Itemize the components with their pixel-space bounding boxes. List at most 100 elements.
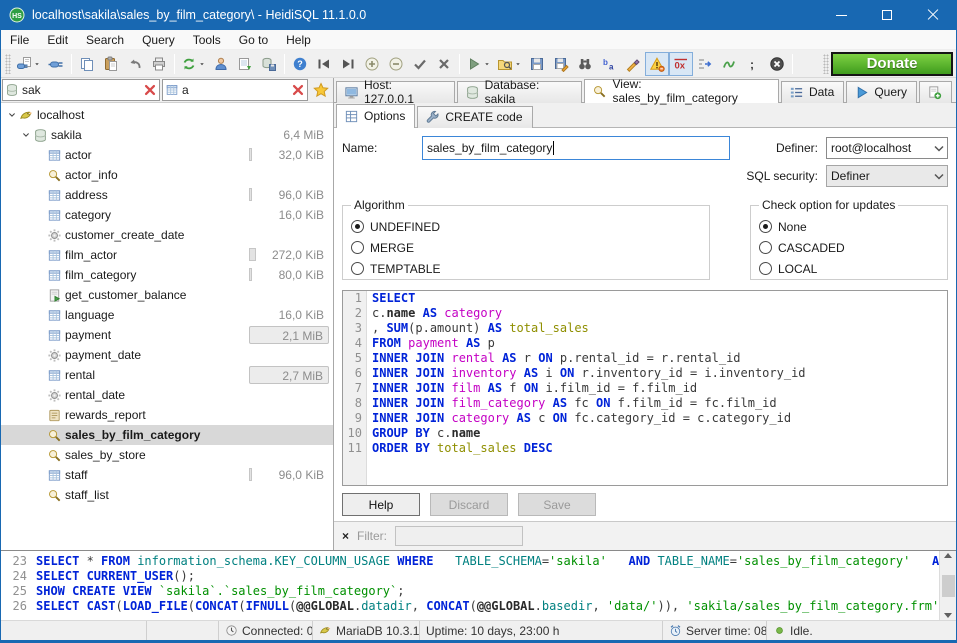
sql-security-dropdown[interactable]: Definer bbox=[826, 165, 948, 187]
tab-new-query[interactable] bbox=[919, 81, 952, 103]
tree-row-address[interactable]: address96,0 KiB bbox=[1, 185, 333, 205]
insert-record-button[interactable] bbox=[360, 52, 384, 76]
view-name-input[interactable]: sales_by_film_category bbox=[422, 136, 730, 160]
tree-row-rental[interactable]: rental2,7 MiB bbox=[1, 365, 333, 385]
radio-icon[interactable] bbox=[351, 220, 364, 233]
close-button[interactable] bbox=[910, 0, 956, 30]
help-button[interactable]: Help bbox=[342, 493, 420, 516]
load-sql-file-button[interactable] bbox=[494, 52, 525, 76]
tree-row-rental-date[interactable]: rental_date bbox=[1, 385, 333, 405]
refresh-button[interactable] bbox=[178, 52, 209, 76]
user-manager-button[interactable] bbox=[209, 52, 233, 76]
tree-row-customer-create-date[interactable]: customer_create_date bbox=[1, 225, 333, 245]
sql-log-panel[interactable]: 23SELECT * FROM information_schema.KEY_C… bbox=[1, 550, 956, 620]
tab-database[interactable]: Database: sakila bbox=[457, 81, 583, 103]
donate-button[interactable]: Donate bbox=[831, 52, 953, 76]
radio-icon[interactable] bbox=[351, 241, 364, 254]
bind-parameters-button[interactable] bbox=[717, 52, 741, 76]
print-button[interactable] bbox=[147, 52, 171, 76]
tree-row-sakila[interactable]: sakila6,4 MiB bbox=[1, 125, 333, 145]
scroll-up-icon[interactable] bbox=[944, 553, 952, 558]
save-sql-button[interactable] bbox=[525, 52, 549, 76]
export-database-button[interactable] bbox=[233, 52, 257, 76]
tree-row-payment[interactable]: payment2,1 MiB bbox=[1, 325, 333, 345]
tab-view[interactable]: View: sales_by_film_category bbox=[584, 79, 778, 103]
scroll-down-icon[interactable] bbox=[944, 613, 952, 618]
scrollbar-thumb[interactable] bbox=[942, 575, 955, 597]
tree-row-localhost[interactable]: localhost bbox=[1, 105, 333, 125]
menu-item-query[interactable]: Query bbox=[133, 31, 184, 49]
toolbar-grip[interactable] bbox=[5, 54, 11, 74]
view-sql-editor[interactable]: 1SELECT2c.name AS category3, SUM(p.amoun… bbox=[342, 290, 948, 486]
tree-row-rewards-report[interactable]: rewards_report bbox=[1, 405, 333, 425]
dropdown-caret-icon[interactable] bbox=[33, 60, 41, 68]
save-sql-as-button[interactable] bbox=[549, 52, 573, 76]
radio-local[interactable]: LOCAL bbox=[759, 258, 939, 279]
tab-host[interactable]: Host: 127.0.0.1 bbox=[336, 81, 455, 103]
tree-row-sales-by-film-category[interactable]: sales_by_film_category bbox=[1, 425, 333, 445]
stop-on-errors-button[interactable] bbox=[645, 52, 669, 76]
radio-temptable[interactable]: TEMPTABLE bbox=[351, 258, 701, 279]
view-binary-as-hex-button[interactable]: 0x bbox=[669, 52, 693, 76]
radio-none[interactable]: None bbox=[759, 216, 939, 237]
tree-row-language[interactable]: language16,0 KiB bbox=[1, 305, 333, 325]
replace-text-button[interactable]: ba bbox=[597, 52, 621, 76]
find-text-button[interactable] bbox=[573, 52, 597, 76]
table-filter-input[interactable]: a bbox=[162, 79, 308, 101]
subtab-create-code[interactable]: CREATE code bbox=[417, 106, 532, 128]
execute-sql-button[interactable] bbox=[463, 52, 494, 76]
post-changes-button[interactable] bbox=[408, 52, 432, 76]
session-manager-button[interactable] bbox=[13, 52, 44, 76]
tree-row-actor-info[interactable]: actor_info bbox=[1, 165, 333, 185]
radio-undefined[interactable]: UNDEFINED bbox=[351, 216, 701, 237]
menu-item-help[interactable]: Help bbox=[277, 31, 320, 49]
database-filter-input[interactable]: sak bbox=[2, 79, 160, 101]
definer-combobox[interactable]: root@localhost bbox=[826, 137, 948, 159]
tab-data[interactable]: Data bbox=[781, 81, 844, 103]
cancel-editing-button[interactable] bbox=[432, 52, 456, 76]
clear-database-filter-icon[interactable] bbox=[143, 83, 157, 97]
tree-row-film-category[interactable]: film_category80,0 KiB bbox=[1, 265, 333, 285]
dropdown-caret-icon[interactable] bbox=[514, 60, 522, 68]
dropdown-caret-icon[interactable] bbox=[483, 60, 491, 68]
undo-button[interactable] bbox=[123, 52, 147, 76]
log-scrollbar[interactable] bbox=[939, 551, 956, 620]
radio-cascaded[interactable]: CASCADED bbox=[759, 237, 939, 258]
go-first-button[interactable] bbox=[312, 52, 336, 76]
menu-item-file[interactable]: File bbox=[1, 31, 38, 49]
help-button[interactable]: ? bbox=[288, 52, 312, 76]
tree-row-get-customer-balance[interactable]: get_customer_balance bbox=[1, 285, 333, 305]
tree-row-category[interactable]: category16,0 KiB bbox=[1, 205, 333, 225]
minimize-button[interactable] bbox=[818, 0, 864, 30]
menu-item-edit[interactable]: Edit bbox=[38, 31, 77, 49]
indent-button[interactable] bbox=[693, 52, 717, 76]
tree-row-actor[interactable]: actor32,0 KiB bbox=[1, 145, 333, 165]
save-data-button[interactable] bbox=[257, 52, 281, 76]
save-button[interactable]: Save bbox=[518, 493, 596, 516]
radio-merge[interactable]: MERGE bbox=[351, 237, 701, 258]
delete-record-button[interactable] bbox=[384, 52, 408, 76]
go-last-button[interactable] bbox=[336, 52, 360, 76]
menu-item-go-to[interactable]: Go to bbox=[230, 31, 277, 49]
subtab-options[interactable]: Options bbox=[336, 104, 415, 128]
dropdown-caret-icon[interactable] bbox=[198, 60, 206, 68]
tree-row-film-actor[interactable]: film_actor272,0 KiB bbox=[1, 245, 333, 265]
semicolon-button[interactable]: ; bbox=[741, 52, 765, 76]
tree-row-sales-by-store[interactable]: sales_by_store bbox=[1, 445, 333, 465]
tree-row-payment-date[interactable]: payment_date bbox=[1, 345, 333, 365]
radio-icon[interactable] bbox=[759, 241, 772, 254]
tree-row-staff[interactable]: staff96,0 KiB bbox=[1, 465, 333, 485]
disconnect-button[interactable] bbox=[44, 52, 68, 76]
copy-button[interactable] bbox=[75, 52, 99, 76]
radio-icon[interactable] bbox=[759, 262, 772, 275]
discard-button[interactable]: Discard bbox=[430, 493, 508, 516]
tree-row-staff-list[interactable]: staff_list bbox=[1, 485, 333, 505]
close-filter-icon[interactable]: × bbox=[342, 529, 349, 543]
reformat-sql-button[interactable] bbox=[621, 52, 645, 76]
radio-icon[interactable] bbox=[759, 220, 772, 233]
chevron-down-icon[interactable] bbox=[5, 109, 19, 121]
stop-execution-button[interactable] bbox=[765, 52, 789, 76]
tab-query[interactable]: Query bbox=[846, 81, 917, 103]
radio-icon[interactable] bbox=[351, 262, 364, 275]
menu-item-search[interactable]: Search bbox=[77, 31, 133, 49]
